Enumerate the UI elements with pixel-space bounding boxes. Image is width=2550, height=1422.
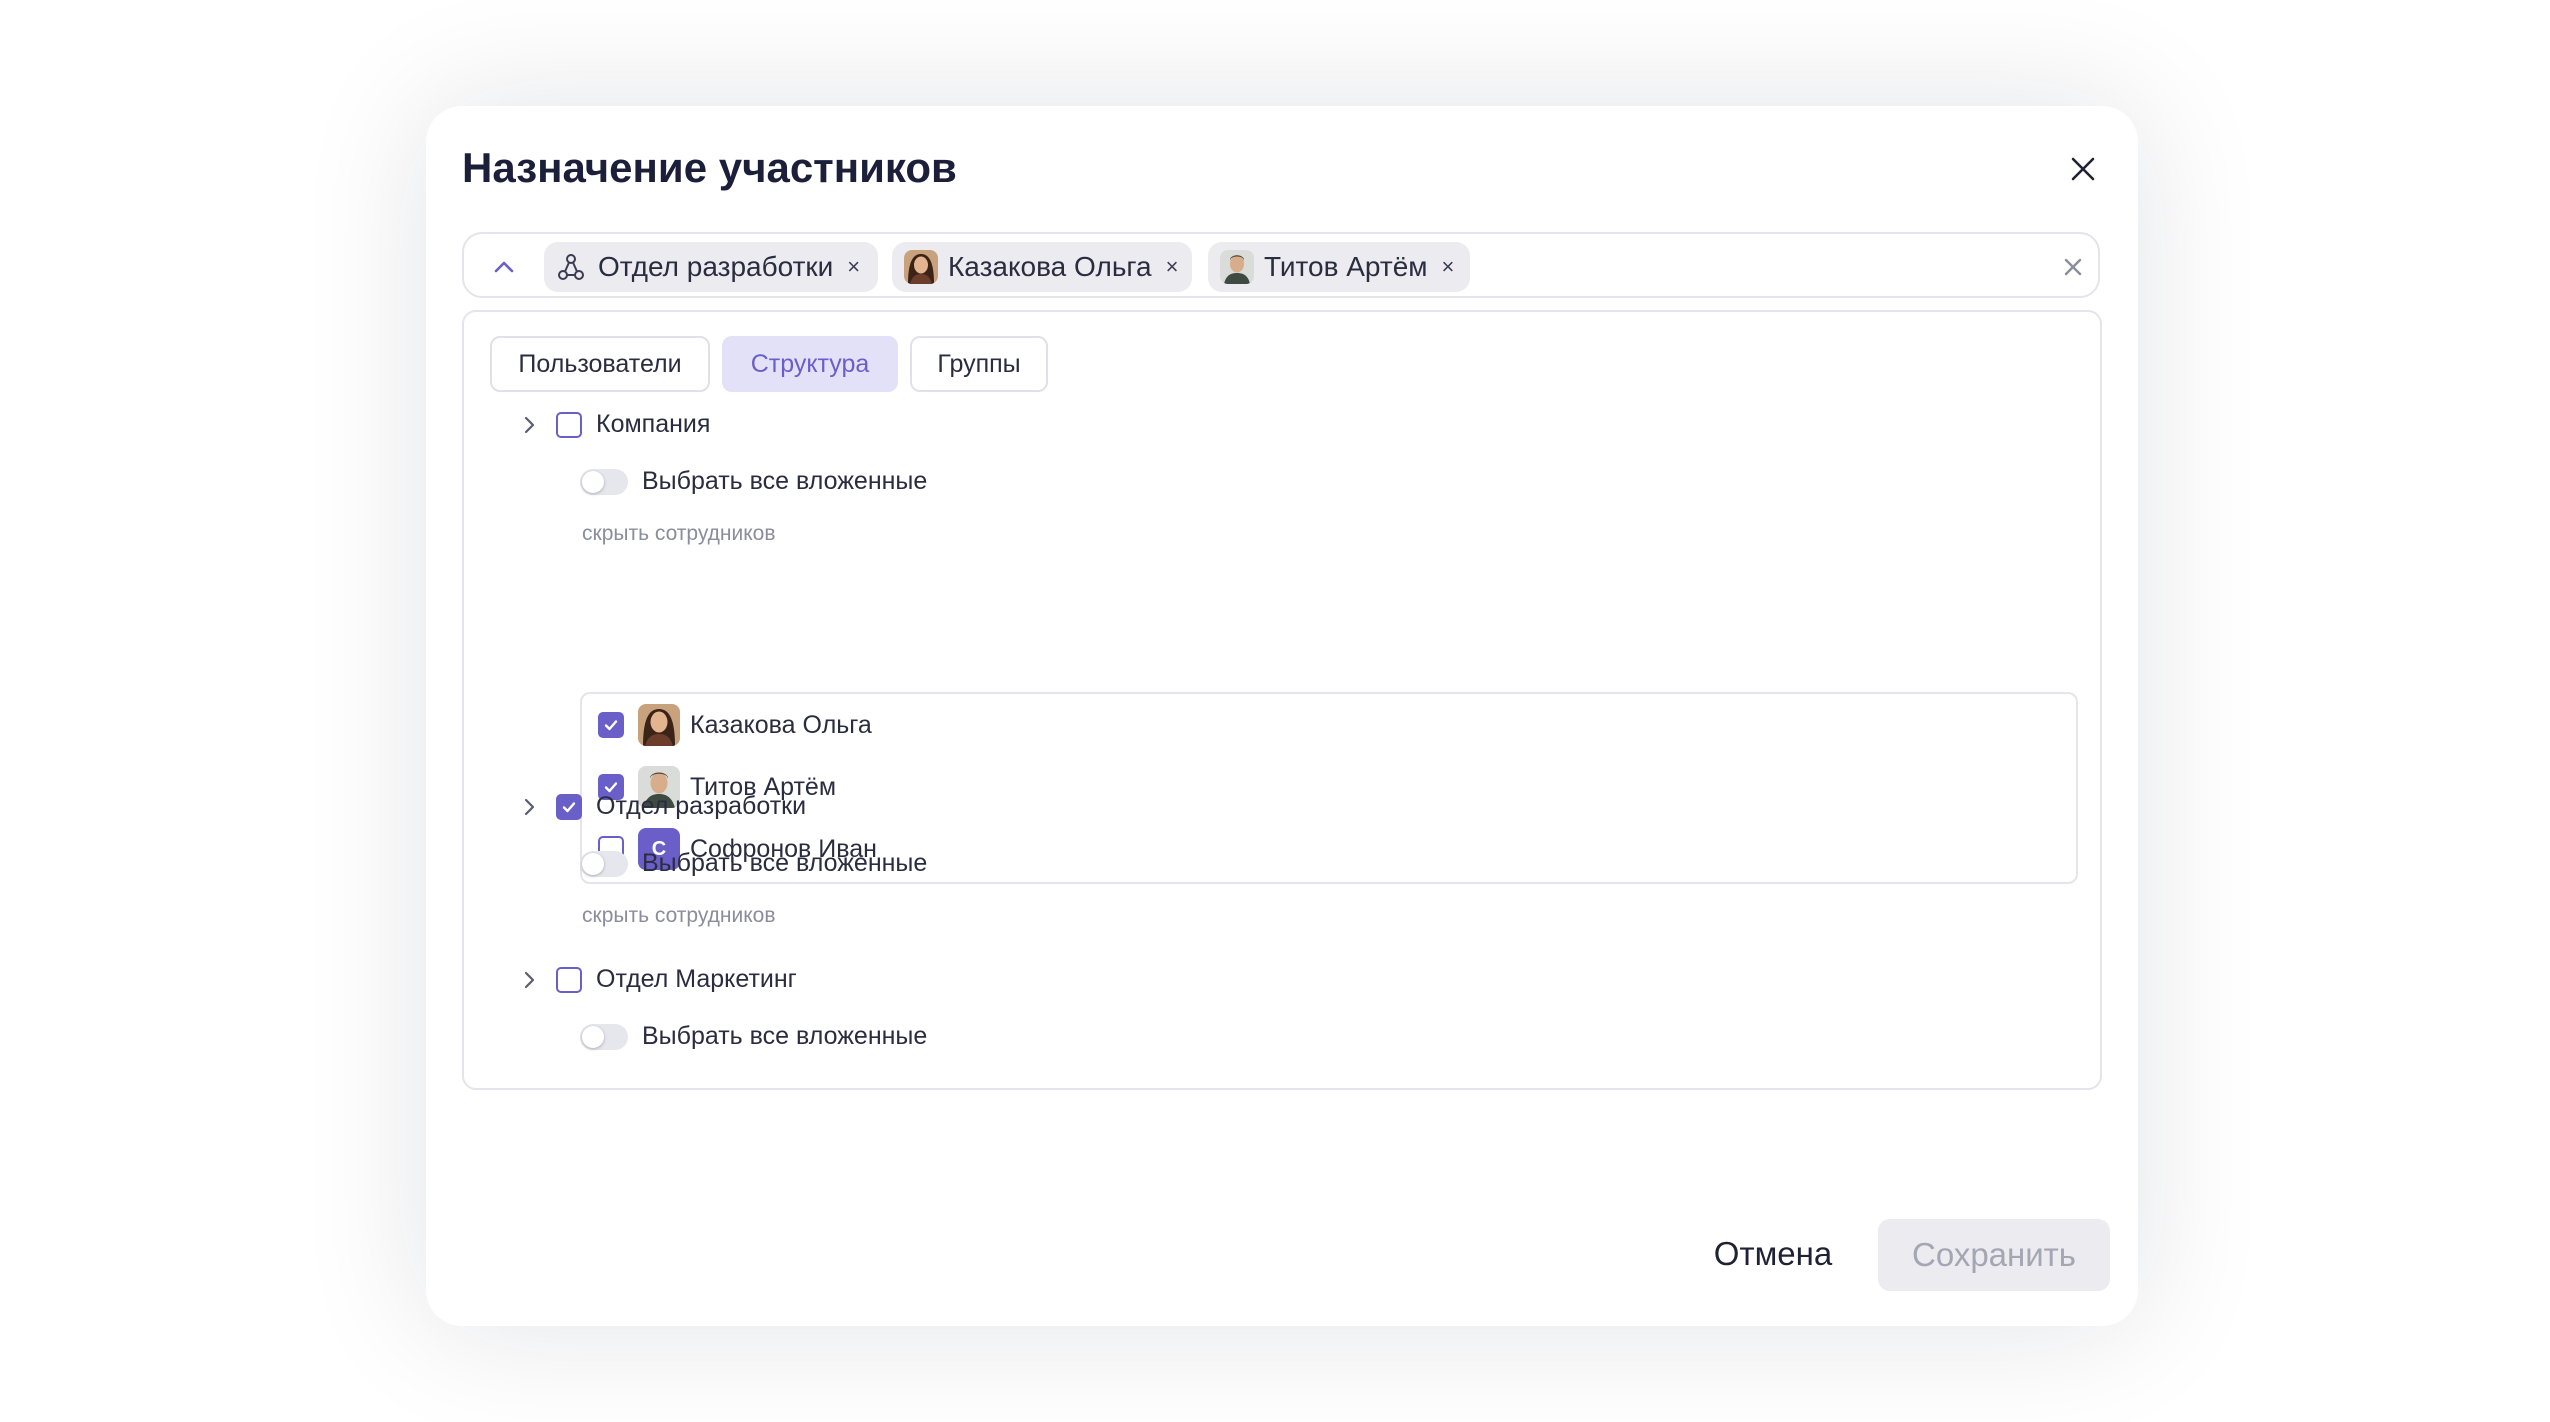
chip-label: Отдел разработки xyxy=(598,251,834,282)
check-icon xyxy=(604,720,618,731)
chip-remove-icon[interactable]: × xyxy=(847,256,860,278)
chip-remove-icon[interactable]: × xyxy=(1166,256,1179,278)
picker-panel: Пользователи Структура Группы Компания В… xyxy=(462,310,2102,1090)
tree-node-label: Отдел Маркетинг xyxy=(596,965,797,993)
select-nested-toggle[interactable] xyxy=(580,1023,628,1050)
select-nested-toggle[interactable] xyxy=(580,850,628,877)
select-nested-toggle[interactable] xyxy=(580,468,628,495)
hide-employees-link[interactable]: скрыть сотрудников xyxy=(582,522,776,546)
checkbox[interactable] xyxy=(598,712,624,738)
hide-employees-link[interactable]: скрыть сотрудников xyxy=(582,904,776,928)
check-icon xyxy=(562,801,576,812)
chevron-up-icon[interactable] xyxy=(490,256,518,278)
chevron-right-icon[interactable] xyxy=(520,794,540,820)
list-item[interactable]: Казакова Ольга xyxy=(598,704,872,746)
avatar xyxy=(904,250,938,284)
chip-user: Казакова Ольга × xyxy=(892,242,1192,292)
select-nested-row: Выбрать все вложенные xyxy=(580,849,927,878)
checkbox[interactable] xyxy=(556,411,582,438)
toggle-label: Выбрать все вложенные xyxy=(642,467,928,495)
chip-user: Титов Артём × xyxy=(1208,242,1470,292)
tree-node-label: Компания xyxy=(596,410,711,438)
chip-remove-icon[interactable]: × xyxy=(1442,256,1455,278)
tab-structure[interactable]: Структура xyxy=(722,336,898,392)
employee-name: Казакова Ольга xyxy=(690,710,872,739)
tab-groups[interactable]: Группы xyxy=(910,336,1048,392)
close-icon[interactable] xyxy=(2066,152,2100,186)
tree-node-label: Отдел разработки xyxy=(596,792,807,820)
toggle-label: Выбрать все вложенные xyxy=(642,849,928,877)
structure-icon xyxy=(558,254,584,280)
chip-label: Титов Артём xyxy=(1264,251,1428,282)
avatar xyxy=(1220,250,1254,284)
checkbox[interactable] xyxy=(556,966,582,993)
cancel-button[interactable]: Отмена xyxy=(1688,1219,1858,1289)
dialog-title: Назначение участников xyxy=(462,144,957,191)
chip-department: Отдел разработки × xyxy=(544,242,878,292)
save-button[interactable]: Сохранить xyxy=(1878,1219,2110,1291)
selected-participants-field[interactable]: Отдел разработки × Казакова Ольга × Тито… xyxy=(462,232,2100,298)
tab-users[interactable]: Пользователи xyxy=(490,336,710,392)
tree-node-marketing: Отдел Маркетинг xyxy=(520,965,797,994)
chip-label: Казакова Ольга xyxy=(948,251,1152,282)
chevron-right-icon[interactable] xyxy=(520,967,540,993)
tree-node-company: Компания xyxy=(520,410,710,439)
clear-all-icon[interactable] xyxy=(2062,256,2084,278)
toggle-label: Выбрать все вложенные xyxy=(642,1022,928,1050)
tree-node-development: Отдел разработки xyxy=(520,792,806,821)
checkbox[interactable] xyxy=(556,793,582,820)
assign-participants-dialog: Назначение участников Отдел разработки × xyxy=(426,106,2138,1326)
avatar xyxy=(638,704,680,746)
select-nested-row: Выбрать все вложенные xyxy=(580,1022,927,1051)
select-nested-row: Выбрать все вложенные xyxy=(580,467,927,496)
chevron-right-icon[interactable] xyxy=(520,412,540,438)
